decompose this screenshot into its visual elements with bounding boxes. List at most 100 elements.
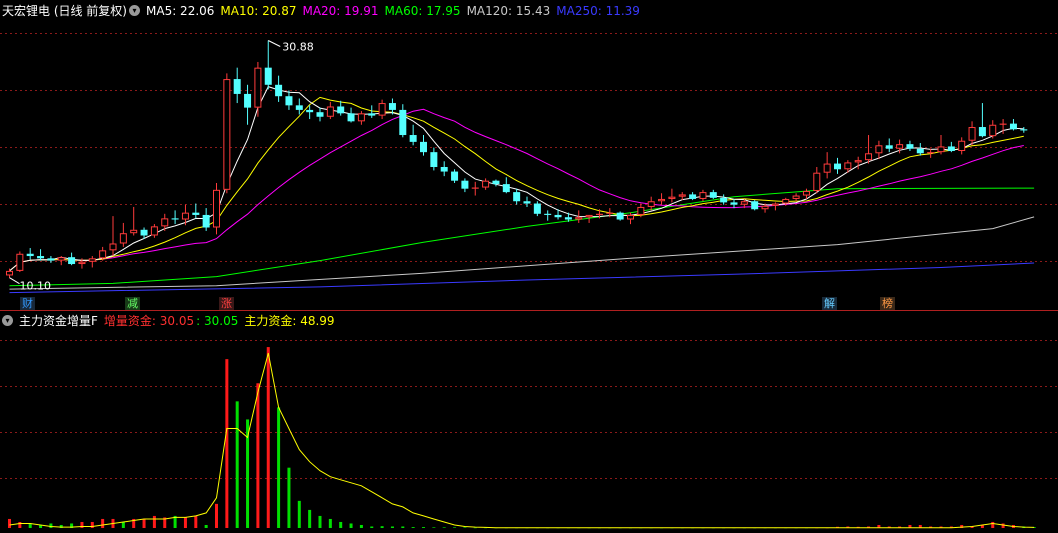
event-tag-limit-up[interactable]: 涨 (219, 297, 234, 310)
funds-bar (8, 518, 11, 528)
funds-bar (422, 527, 425, 528)
increment-funds-label: 增量资金: 30.05 (103, 314, 195, 328)
candle-body (720, 197, 728, 203)
candle-body (854, 160, 862, 163)
funds-bar (194, 515, 198, 528)
candle-body (347, 113, 355, 122)
candle-body (130, 229, 138, 234)
funds-bar (142, 518, 146, 528)
funds-bar (297, 500, 301, 528)
candle-body (616, 212, 624, 220)
funds-bar (49, 523, 53, 528)
candle-body (906, 144, 914, 149)
candle-body (885, 145, 893, 149)
candle-body (388, 103, 396, 110)
candle-body (275, 84, 283, 97)
candle-body (264, 67, 272, 85)
candle-body (1009, 123, 1017, 130)
candle-body (865, 153, 873, 161)
event-tag-reduce[interactable]: 减 (125, 297, 140, 310)
funds-bar (380, 526, 384, 528)
candle-body (6, 270, 13, 276)
candle-body (202, 214, 210, 228)
increment-funds-value: : 30.05 (196, 314, 239, 328)
candle-body (937, 146, 945, 153)
funds-bar (432, 527, 436, 528)
funds-bar (277, 407, 281, 528)
funds-bar (339, 521, 343, 528)
indicator-settings-icon[interactable]: ▾ (2, 315, 13, 326)
funds-bar (18, 521, 22, 528)
funds-bar (204, 524, 208, 528)
candle-body (109, 243, 117, 251)
event-tag-unlock[interactable]: 解 (822, 297, 837, 310)
low-price-label: 10.10 (20, 280, 52, 293)
candle-body (295, 105, 303, 110)
candle-body (513, 192, 521, 202)
candle-body (171, 218, 179, 220)
funds-bar (235, 401, 239, 528)
candle-body (782, 198, 790, 204)
candle-body (585, 214, 593, 218)
candle-body (668, 196, 676, 199)
ma120-label: MA120: 15.43 (466, 4, 551, 18)
candle-body (958, 140, 966, 152)
candle-body (730, 202, 738, 205)
candle-body (368, 113, 376, 116)
candle-body (709, 192, 717, 198)
funds-bar (287, 467, 291, 528)
candle-body (57, 257, 65, 261)
funds-bar (90, 521, 94, 528)
candle-body (771, 203, 779, 206)
funds-bar (256, 383, 260, 528)
funds-bar (308, 509, 312, 528)
candle-body (68, 257, 76, 265)
ma-line-ma60 (9, 187, 1035, 287)
ma-line-ma10 (9, 96, 1024, 272)
event-tag-ranking[interactable]: 榜 (880, 297, 895, 310)
candle-body (440, 166, 448, 172)
funds-bar (401, 526, 405, 528)
funds-bar (183, 517, 187, 528)
funds-bar (80, 521, 84, 528)
candle-body (533, 203, 541, 214)
event-tag-finance[interactable]: 财 (20, 297, 35, 310)
candle-body (989, 124, 997, 137)
funds-bar (121, 521, 125, 528)
candle-body (647, 201, 655, 207)
candle-body (223, 79, 231, 190)
candle-body (751, 201, 759, 210)
candle-body (430, 152, 438, 167)
candle-body (813, 172, 821, 191)
ma10-label: MA10: 20.87 (220, 4, 297, 18)
candle-body (192, 212, 200, 215)
funds-bar (101, 518, 105, 528)
settings-icon[interactable]: ▾ (129, 5, 140, 16)
ma60-label: MA60: 17.95 (384, 4, 461, 18)
candle-body (761, 205, 769, 210)
candle-body (740, 201, 748, 205)
candle-body (968, 127, 976, 141)
candle-body (699, 192, 707, 199)
candle-body (150, 226, 158, 236)
candle-body (233, 79, 241, 94)
candle-body (316, 112, 324, 117)
ma-line-ma250 (9, 262, 1035, 294)
candle-body (875, 145, 883, 154)
candle-body (492, 180, 500, 185)
candle-body (399, 109, 407, 136)
candle-body (47, 258, 55, 261)
candle-body (451, 171, 459, 181)
stock-chart: 30.88 10.10 (0, 33, 1058, 529)
funds-bar (442, 527, 446, 528)
candle-body (119, 233, 127, 244)
funds-bar (991, 521, 995, 528)
funds-bar (318, 515, 322, 528)
funds-bar (152, 515, 156, 528)
candle-body (823, 163, 831, 173)
candle-body (658, 198, 666, 202)
candle-body (792, 195, 800, 199)
candle-body (1020, 129, 1028, 131)
candle-body (844, 162, 852, 170)
ma-line-ma120 (9, 216, 1035, 290)
